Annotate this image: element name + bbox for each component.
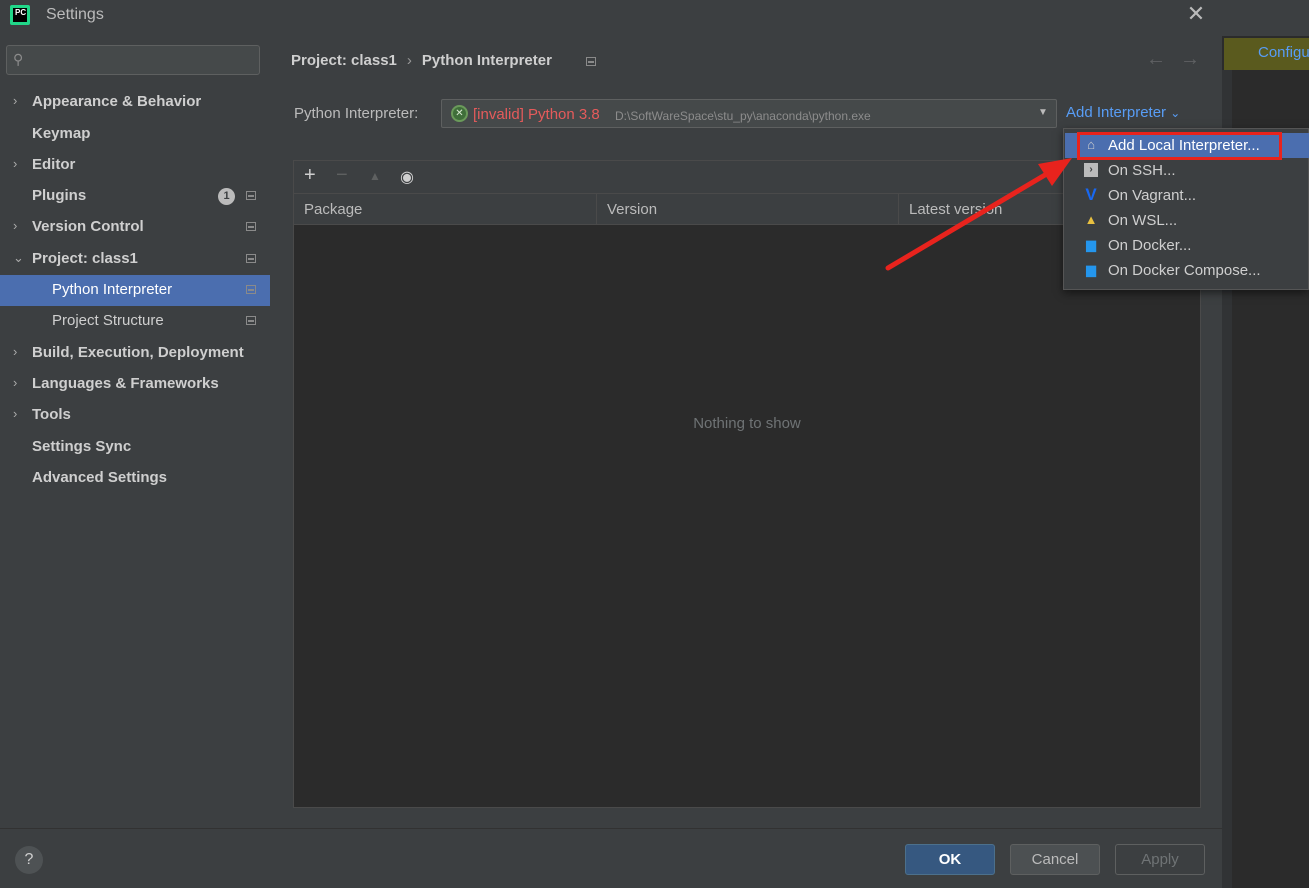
window-title: Settings: [46, 6, 104, 23]
chevron-down-icon: ⌄: [13, 250, 24, 265]
search-icon: ⚲: [13, 51, 24, 67]
sidebar-item-tools[interactable]: › Tools: [0, 400, 270, 431]
linux-icon: ▲: [1084, 212, 1098, 227]
project-scope-icon: [246, 316, 256, 325]
empty-state-text: Nothing to show: [693, 415, 801, 432]
chevron-right-icon: ›: [13, 344, 18, 359]
chevron-right-icon: ›: [13, 406, 18, 421]
menu-item-on-docker[interactable]: ▆ On Docker...: [1065, 233, 1309, 258]
dialog-footer: ? OK Cancel Apply: [0, 828, 1222, 888]
title-bar: PC Settings ✕: [0, 0, 1222, 32]
cancel-button[interactable]: Cancel: [1010, 844, 1100, 875]
sidebar-item-project[interactable]: ⌄ Project: class1: [0, 244, 270, 275]
project-scope-icon: [246, 254, 256, 263]
project-scope-icon: [246, 222, 256, 231]
add-interpreter-link[interactable]: Add Interpreter ⌄: [1066, 104, 1180, 121]
plugins-update-badge: 1: [218, 188, 235, 205]
column-version[interactable]: Version: [597, 194, 899, 224]
remove-package-button[interactable]: −: [336, 164, 348, 187]
apply-button[interactable]: Apply: [1115, 844, 1205, 875]
sidebar-item-editor[interactable]: › Editor: [0, 150, 270, 181]
breadcrumb-parent[interactable]: Project: class1: [291, 52, 397, 69]
menu-item-on-docker-compose[interactable]: ▆ On Docker Compose...: [1065, 258, 1309, 283]
eye-icon[interactable]: ◉: [400, 167, 414, 187]
sidebar-item-version-control[interactable]: › Version Control: [0, 212, 270, 243]
sidebar-item-settings-sync[interactable]: Settings Sync: [0, 432, 270, 463]
editor-topbar: [1222, 0, 1309, 36]
chevron-down-icon: ⌄: [1170, 106, 1181, 120]
breadcrumb: Project: class1 › Python Interpreter: [291, 52, 552, 69]
ok-button[interactable]: OK: [905, 844, 995, 875]
add-package-button[interactable]: +: [304, 164, 316, 187]
search-input[interactable]: [35, 50, 255, 70]
vagrant-icon: V: [1085, 185, 1097, 204]
editor-banner: Configure: [1224, 38, 1309, 70]
configure-link[interactable]: Configure: [1258, 44, 1309, 61]
pycharm-logo-icon: PC: [10, 5, 30, 25]
terminal-icon: ›: [1084, 163, 1098, 177]
interpreter-select[interactable]: ✕ [invalid] Python 3.8 D:\SoftWareSpace\…: [441, 99, 1057, 128]
breadcrumb-separator: ›: [406, 52, 412, 69]
chevron-right-icon: ›: [13, 375, 18, 390]
settings-sidebar: ⚲ › Appearance & Behavior Keymap › Edito…: [0, 32, 270, 828]
interpreter-path: D:\SoftWareSpace\stu_py\anaconda\python.…: [615, 109, 871, 123]
help-button[interactable]: ?: [15, 846, 43, 874]
breadcrumb-current: Python Interpreter: [421, 52, 552, 69]
settings-dialog: PC Settings ✕ ⚲ › Appearance & Behavior …: [0, 0, 1222, 888]
column-package[interactable]: Package: [294, 194, 597, 224]
dropdown-arrow-icon: ▼: [1038, 107, 1048, 118]
docker-icon: ▆: [1086, 262, 1096, 277]
sidebar-item-keymap[interactable]: Keymap: [0, 119, 270, 150]
search-box[interactable]: ⚲: [6, 45, 260, 75]
interpreter-status: [invalid] Python 3.8: [473, 106, 600, 123]
sidebar-item-build[interactable]: › Build, Execution, Deployment: [0, 338, 270, 369]
upgrade-package-button[interactable]: ▲: [369, 169, 381, 183]
back-arrow-icon[interactable]: ←: [1146, 48, 1166, 71]
sidebar-item-appearance[interactable]: › Appearance & Behavior: [0, 87, 270, 118]
sidebar-item-project-structure[interactable]: Project Structure: [0, 306, 270, 337]
forward-arrow-icon[interactable]: →: [1180, 48, 1200, 71]
sidebar-item-languages[interactable]: › Languages & Frameworks: [0, 369, 270, 400]
invalid-x-icon: ✕: [451, 105, 468, 122]
sidebar-item-python-interpreter[interactable]: Python Interpreter: [0, 275, 270, 306]
sidebar-item-advanced-settings[interactable]: Advanced Settings: [0, 463, 270, 494]
project-scope-icon: [246, 191, 256, 200]
close-button[interactable]: ✕: [1184, 3, 1208, 27]
docker-icon: ▆: [1086, 237, 1096, 252]
sidebar-item-plugins[interactable]: Plugins 1: [0, 181, 270, 212]
chevron-right-icon: ›: [13, 156, 18, 171]
menu-item-on-vagrant[interactable]: V On Vagrant...: [1065, 183, 1309, 208]
menu-item-on-ssh[interactable]: › On SSH...: [1065, 158, 1309, 183]
chevron-right-icon: ›: [13, 218, 18, 233]
annotation-highlight-box: [1077, 132, 1282, 160]
menu-item-on-wsl[interactable]: ▲ On WSL...: [1065, 208, 1309, 233]
project-scope-icon: [246, 285, 256, 294]
chevron-right-icon: ›: [13, 93, 18, 108]
project-scope-icon: [586, 57, 596, 66]
interpreter-label: Python Interpreter:: [294, 105, 419, 122]
